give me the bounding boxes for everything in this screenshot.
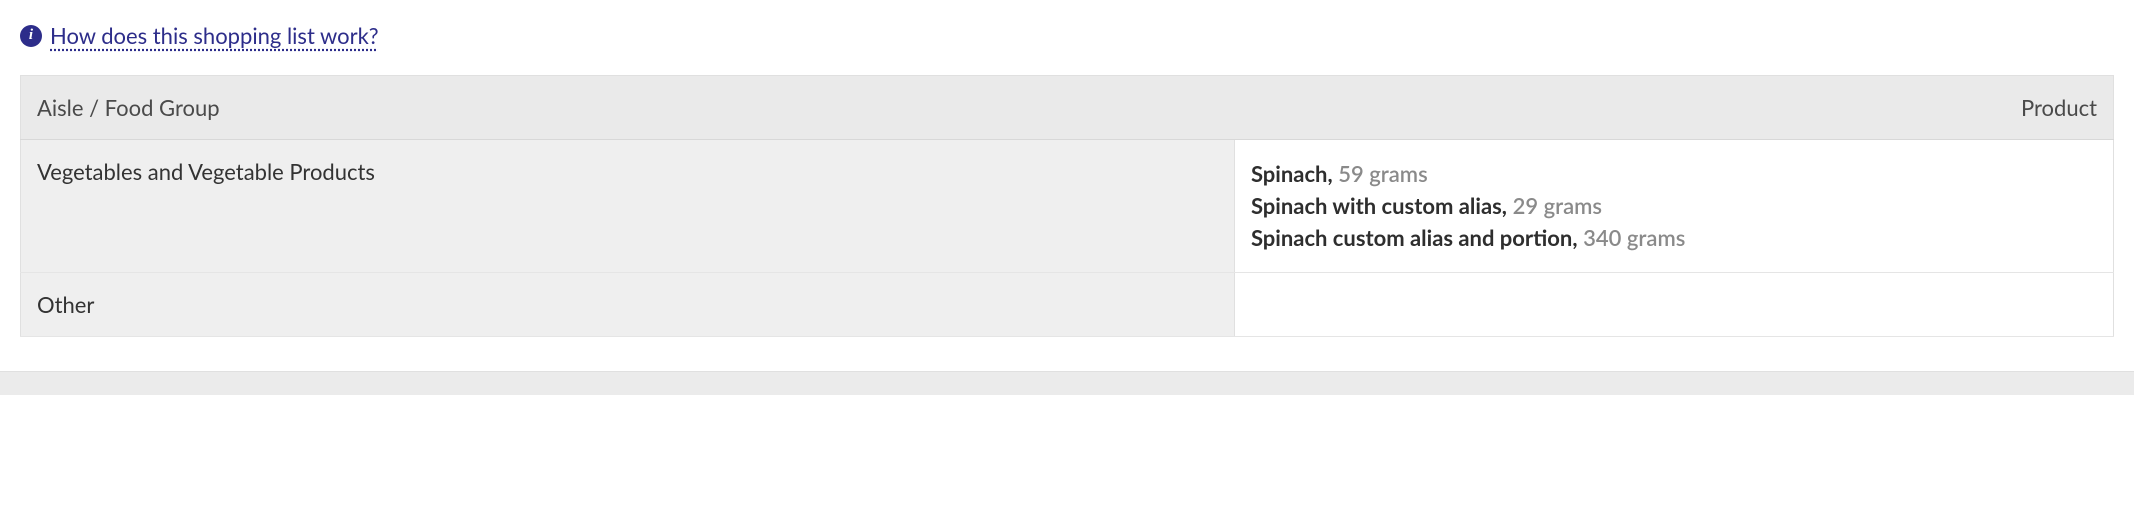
product-amount: 59 grams <box>1338 160 1427 187</box>
footer-strip <box>0 371 2134 395</box>
column-header-product: Product <box>1234 76 2113 140</box>
aisle-cell: Vegetables and Vegetable Products <box>21 140 1235 273</box>
product-name: Spinach, <box>1251 160 1333 187</box>
product-name: Spinach with custom alias, <box>1251 192 1507 219</box>
list-item: Spinach with custom alias, 29 grams <box>1251 190 2097 222</box>
column-header-aisle: Aisle / Food Group <box>21 76 1235 140</box>
list-item: Spinach, 59 grams <box>1251 158 2097 190</box>
list-item: Spinach custom alias and portion, 340 gr… <box>1251 222 2097 254</box>
product-cell: Spinach, 59 grams Spinach with custom al… <box>1234 140 2113 273</box>
product-name: Spinach custom alias and portion, <box>1251 224 1578 251</box>
table-row: Vegetables and Vegetable Products Spinac… <box>21 140 2114 273</box>
table-row: Other <box>21 272 2114 336</box>
product-amount: 29 grams <box>1513 192 1602 219</box>
product-amount: 340 grams <box>1583 224 1685 251</box>
help-link-label: How does this shopping list work? <box>50 22 379 49</box>
info-icon: i <box>20 25 42 47</box>
product-cell <box>1234 272 2113 336</box>
help-link[interactable]: i How does this shopping list work? <box>20 22 379 49</box>
shopping-list-table: Aisle / Food Group Product Vegetables an… <box>20 75 2114 337</box>
aisle-cell: Other <box>21 272 1235 336</box>
